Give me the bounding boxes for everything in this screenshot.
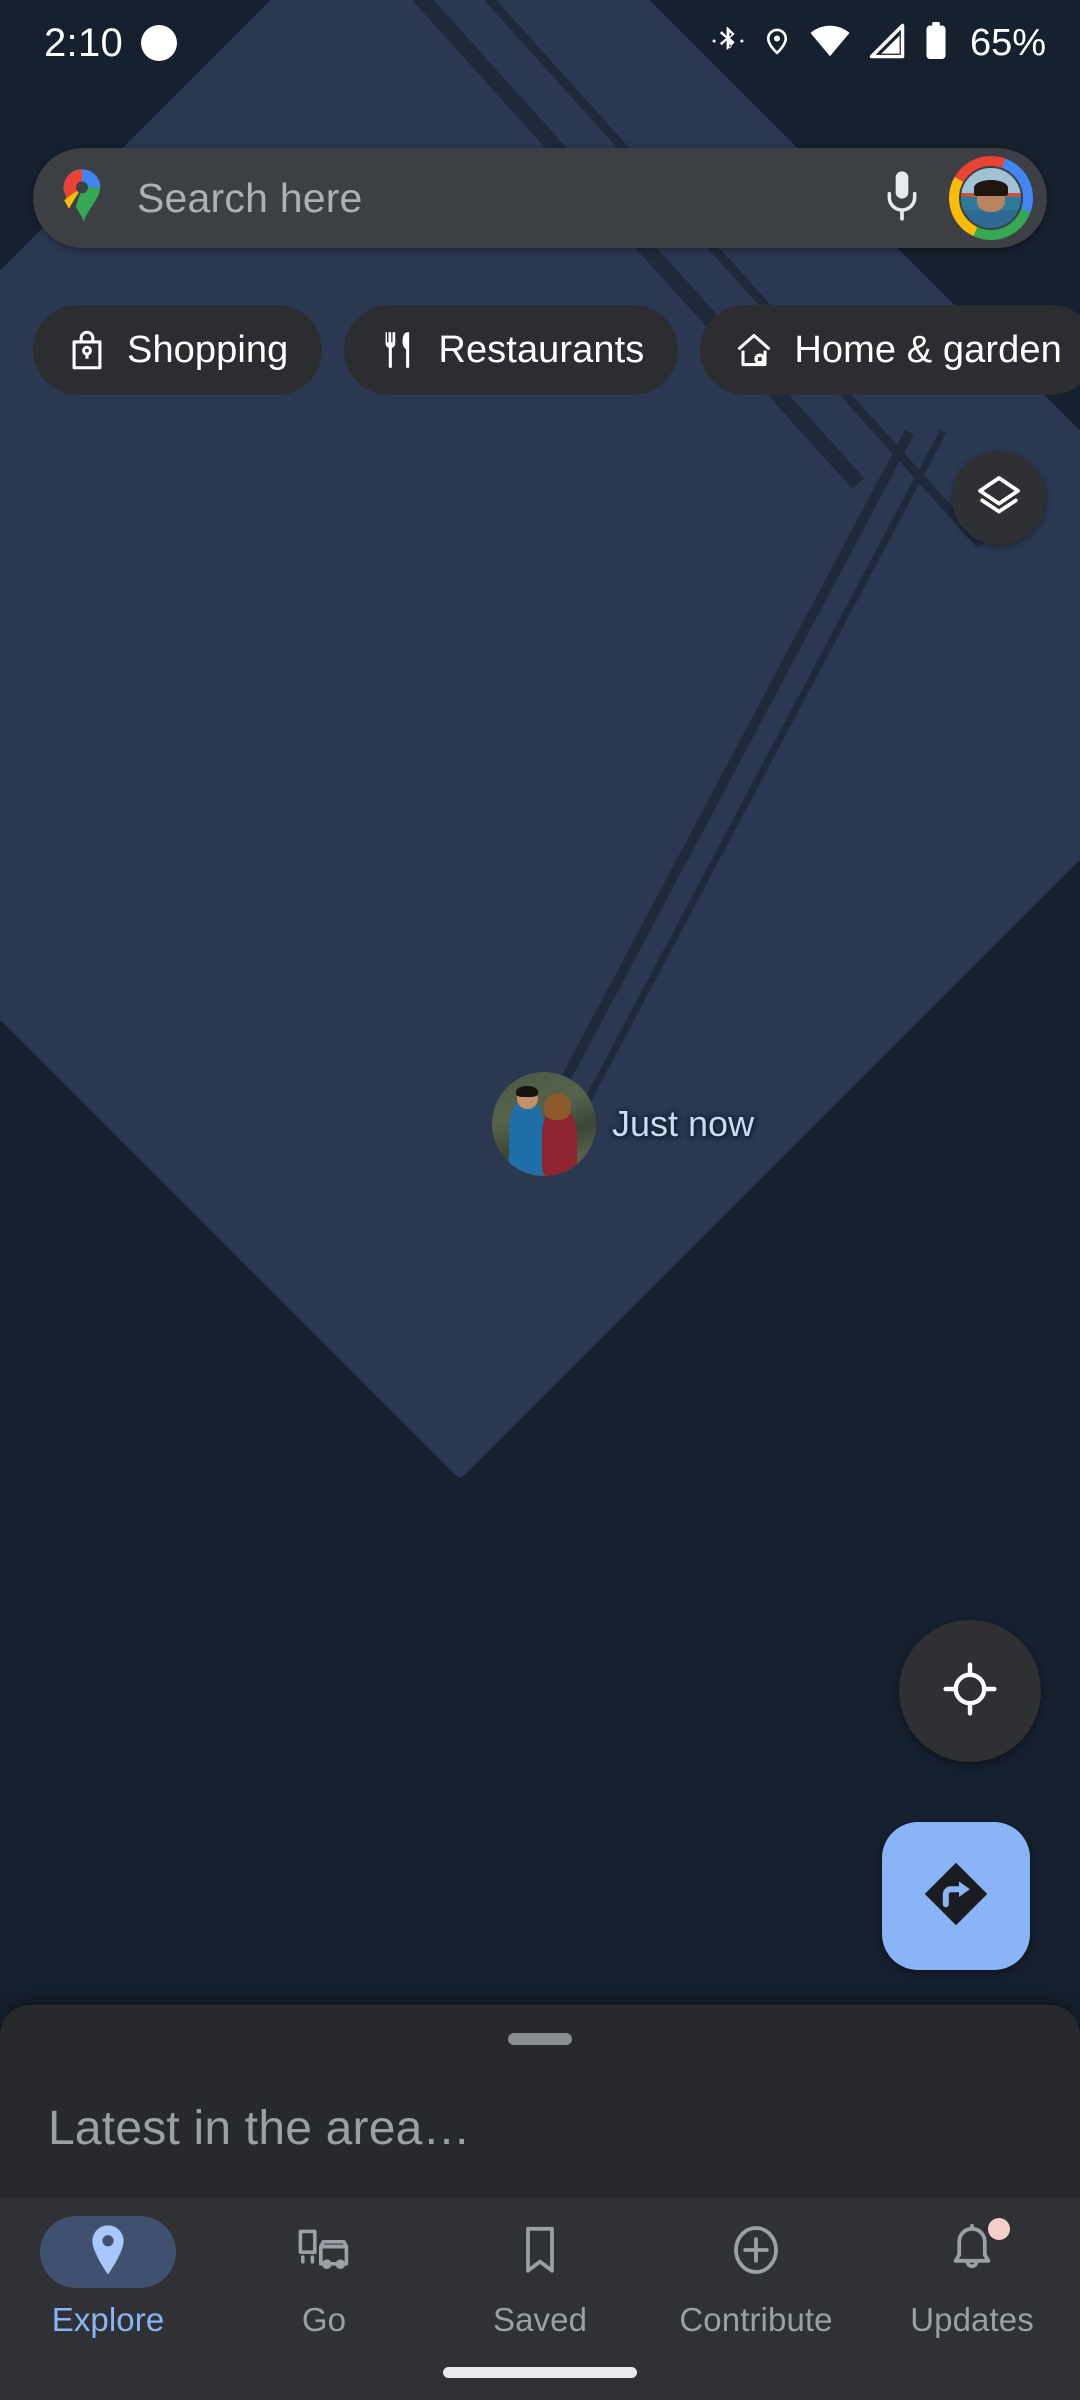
directions-arrow-icon — [920, 1858, 992, 1935]
nav-icon-wrap — [40, 2216, 176, 2288]
nav-item-explore[interactable]: Explore — [0, 2198, 216, 2400]
marker-hair — [544, 1092, 572, 1120]
marker-timestamp-label: Just now — [612, 1103, 755, 1144]
battery-percent-label: 65% — [969, 21, 1046, 64]
layers-icon — [975, 472, 1023, 525]
nav-icon-wrap — [256, 2216, 392, 2288]
nav-label: Updates — [910, 2301, 1034, 2338]
status-time: 2:10 — [44, 20, 124, 65]
chip-label: Restaurants — [438, 328, 645, 371]
nav-label: Saved — [492, 2301, 588, 2338]
status-bar-left: 2:10 — [44, 20, 178, 66]
marker-hair — [515, 1085, 538, 1097]
microphone-icon[interactable] — [871, 167, 933, 229]
cellular-signal-icon — [868, 23, 906, 64]
house-icon — [734, 330, 774, 370]
bookmark-icon — [520, 2224, 560, 2281]
chip-restaurants[interactable]: Restaurants — [344, 305, 679, 395]
search-bar[interactable]: Search here — [33, 148, 1047, 248]
nav-icon-wrap — [904, 2216, 1040, 2288]
category-chip-row[interactable]: Shopping Restaurants Home & garden — [33, 305, 1080, 395]
wifi-icon — [809, 24, 851, 63]
nav-icon-wrap — [472, 2216, 608, 2288]
chip-label: Home & garden — [794, 328, 1062, 371]
nav-item-go[interactable]: Go — [216, 2198, 432, 2400]
battery-icon — [923, 21, 949, 65]
status-bar: 2:10 65% — [0, 0, 1080, 86]
chip-shopping[interactable]: Shopping — [33, 305, 323, 395]
sheet-title: Latest in the area… — [48, 2102, 471, 2155]
google-maps-screen: 2:10 65% Search here Shopping Restaurant… — [0, 0, 1080, 2400]
nav-label: Explore — [51, 2301, 165, 2338]
shopping-bag-icon — [67, 330, 107, 370]
home-indicator[interactable] — [443, 2367, 637, 2378]
avatar[interactable] — [949, 156, 1033, 240]
nav-label: Go — [301, 2301, 347, 2338]
my-location-button[interactable] — [899, 1620, 1041, 1762]
location-pin-icon — [86, 2223, 130, 2282]
directions-button[interactable] — [882, 1822, 1030, 1970]
layers-button[interactable] — [952, 451, 1046, 545]
chip-label: Shopping — [127, 328, 289, 371]
chip-home-garden[interactable]: Home & garden — [700, 305, 1080, 395]
google-maps-pin-logo — [55, 168, 109, 228]
search-input[interactable]: Search here — [137, 175, 871, 222]
commute-car-icon — [296, 2225, 352, 2280]
bluetooth-icon — [711, 22, 745, 65]
notification-bubble-icon — [141, 25, 178, 61]
nav-item-updates[interactable]: Updates — [864, 2198, 1080, 2400]
plus-circle-icon — [730, 2224, 782, 2281]
drag-handle[interactable] — [508, 2033, 572, 2045]
location-icon — [762, 22, 792, 65]
friend-location-marker[interactable]: Just now — [492, 1072, 754, 1176]
avatar-photo — [959, 166, 1023, 230]
status-bar-right: 65% — [711, 21, 1046, 65]
nav-icon-wrap — [688, 2216, 824, 2288]
crosshair-icon — [942, 1661, 998, 1722]
nav-label: Contribute — [679, 2301, 833, 2338]
fork-knife-icon — [378, 330, 418, 370]
nav-item-contribute[interactable]: Contribute — [648, 2198, 864, 2400]
friend-photo-avatar[interactable] — [492, 1072, 596, 1176]
notification-badge-dot — [988, 2218, 1010, 2240]
